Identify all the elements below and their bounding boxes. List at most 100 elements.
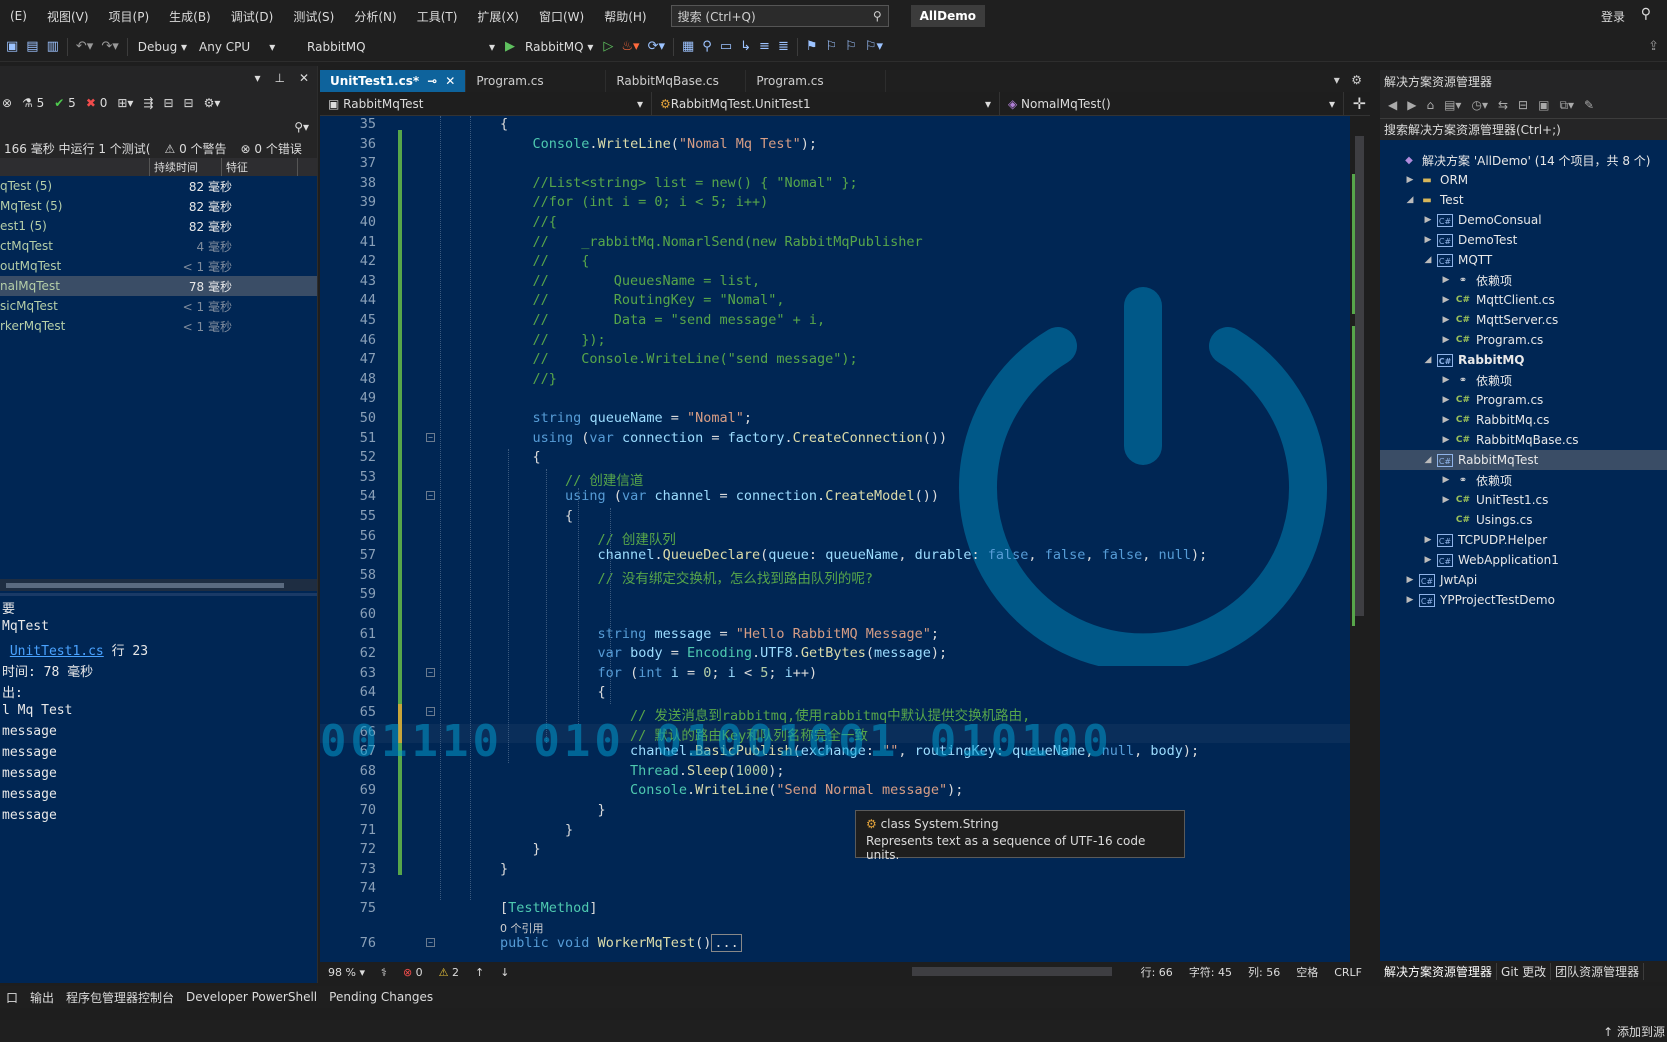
code-line[interactable]: 74	[320, 880, 1350, 900]
menu-item-help[interactable]: 帮助(H)	[594, 8, 656, 25]
solution-tree-node[interactable]: ▶ C# MqttServer.cs	[1380, 310, 1667, 330]
expand-arrow-icon[interactable]: ▶	[1440, 275, 1452, 285]
collapse-icon[interactable]: ⊟	[184, 96, 194, 110]
tab-window[interactable]: 口	[0, 989, 24, 1006]
tab-git-changes[interactable]: Git 更改	[1497, 963, 1552, 980]
menu-item-debug[interactable]: 调试(D)	[221, 8, 284, 25]
expand-arrow-icon[interactable]: ▶	[1422, 535, 1434, 545]
login-link[interactable]: 登录	[1601, 8, 1625, 25]
expand-arrow-icon[interactable]: ▶	[1404, 575, 1416, 585]
code-line[interactable]: 55 {	[320, 508, 1350, 528]
warning-count[interactable]: ⚠ 2	[431, 966, 467, 979]
tab-package-manager-console[interactable]: 程序包管理器控制台	[60, 989, 180, 1006]
expanded-arrow-icon[interactable]: ◢	[1422, 355, 1434, 365]
layout-icon[interactable]: ▭	[716, 39, 736, 54]
playlist-icon[interactable]: ⇶	[143, 96, 153, 110]
run-target-button[interactable]: RabbitMQ ▾	[519, 37, 599, 57]
code-line[interactable]: 67 channel.BasicPublish(exchange: "", ro…	[320, 743, 1350, 763]
expand-arrow-icon[interactable]: ▶	[1440, 415, 1452, 425]
fold-toggle-icon[interactable]: −	[426, 491, 435, 501]
code-line[interactable]: 48 //}	[320, 371, 1350, 391]
tab-solution-explorer[interactable]: 解决方案资源管理器	[1380, 963, 1498, 980]
filter-icon[interactable]: ⧉▾	[1559, 98, 1574, 113]
code-line[interactable]: 58 // 没有绑定交换机，怎么找到路由队列的呢?	[320, 567, 1350, 587]
expand-arrow-icon[interactable]: ▶	[1440, 295, 1452, 305]
expand-arrow-icon[interactable]: ▶	[1404, 175, 1416, 185]
tab-output[interactable]: 输出	[24, 989, 60, 1006]
code-line[interactable]: 40 //{	[320, 214, 1350, 234]
failed-tests-filter[interactable]: ✖ 0	[86, 96, 108, 110]
fold-toggle-icon[interactable]: −	[426, 667, 435, 677]
hot-reload-icon[interactable]: ♨▾	[617, 39, 643, 54]
solution-tree-node[interactable]: ▶ ⚭ 依赖项	[1380, 370, 1667, 390]
solution-tree-node[interactable]: ◢ ▬ Test	[1380, 190, 1667, 210]
find-icon[interactable]: ⚲	[698, 39, 716, 54]
close-icon[interactable]: ✕	[299, 71, 309, 85]
menu-item-build[interactable]: 生成(B)	[159, 8, 221, 25]
back-icon[interactable]: ◀	[1388, 98, 1397, 112]
test-row[interactable]: MqTest (5) 82 毫秒	[0, 196, 317, 216]
code-line[interactable]: 51 − using (var connection = factory.Crea…	[320, 430, 1350, 450]
codelens-references[interactable]: 0 个引用	[500, 920, 544, 936]
settings-icon[interactable]: ⚙▾	[204, 96, 221, 110]
solution-tree-node[interactable]: ▶ C# DemoTest	[1380, 230, 1667, 250]
menu-item-project[interactable]: 项目(P)	[99, 8, 160, 25]
solution-tree-node[interactable]: ▶ C# WebApplication1	[1380, 550, 1667, 570]
total-tests-filter[interactable]: ⚗ 5	[22, 96, 44, 110]
vertical-scrollbar[interactable]	[1350, 116, 1370, 962]
menu-item-window[interactable]: 窗口(W)	[529, 8, 594, 25]
code-line[interactable]: 62 var body = Encoding.UTF8.GetBytes(mes…	[320, 645, 1350, 665]
code-line[interactable]: 73}	[320, 861, 1350, 881]
code-line[interactable]: 41 // _rabbitMq.NomarlSend(new RabbitMqP…	[320, 234, 1350, 254]
fold-toggle-icon[interactable]: −	[426, 432, 435, 442]
code-line[interactable]: 66 // 默认的路由Key和队列名称完全一致	[320, 723, 1350, 744]
code-line[interactable]: 65 − // 发送消息到rabbitmq,使用rabbitmq中默认提供交换机路…	[320, 704, 1350, 724]
column-header-traits[interactable]: 特征	[222, 158, 298, 176]
code-line[interactable]: 39 //for (int i = 0; i < 5; i++)	[320, 194, 1350, 214]
save-all-icon[interactable]: ▥	[43, 39, 63, 54]
code-line[interactable]: 54 − using (var channel = connection.Crea…	[320, 488, 1350, 508]
tab-rabbitmqbase[interactable]: RabbitMqBase.cs	[606, 70, 747, 92]
solution-tree-node[interactable]: ◢ C# RabbitMQ	[1380, 350, 1667, 370]
test-row[interactable]: est1 (5) 82 毫秒	[0, 216, 317, 236]
code-line[interactable]: 53 // 创建信道	[320, 469, 1350, 489]
code-line[interactable]: 60	[320, 606, 1350, 626]
feedback-icon[interactable]: ⚲	[1641, 6, 1651, 22]
start-without-debug-icon[interactable]: ▷	[599, 39, 617, 54]
close-icon[interactable]: ✕	[445, 74, 455, 88]
menu-item-extensions[interactable]: 扩展(X)	[467, 8, 529, 25]
step-over-icon[interactable]: ↳	[736, 39, 755, 54]
code-line[interactable]: 61 string message = "Hello RabbitMQ Mess…	[320, 626, 1350, 646]
code-line[interactable]: 46 // });	[320, 332, 1350, 352]
prev-issue-icon[interactable]: ↑	[467, 966, 492, 979]
solution-config-icon[interactable]: ▦	[678, 39, 698, 54]
expand-arrow-icon[interactable]: ▶	[1440, 475, 1452, 485]
class-nav-dropdown[interactable]: ⚙RabbitMqTest.UnitTest1 ▾	[652, 92, 1000, 115]
code-line[interactable]: 47 // Console.WriteLine("send message");	[320, 351, 1350, 371]
editor-horizontal-scrollbar[interactable]	[912, 967, 1112, 976]
gear-icon[interactable]: ⚙	[1351, 73, 1362, 87]
global-search-box[interactable]: 搜索 (Ctrl+Q) ⚲	[670, 5, 889, 27]
test-row[interactable]: qTest (5) 82 毫秒	[0, 176, 317, 196]
panel-divider[interactable]	[0, 593, 317, 596]
source-file-link[interactable]: UnitTest1.cs	[10, 644, 104, 659]
expanded-arrow-icon[interactable]: ◢	[1404, 195, 1416, 205]
expand-arrow-icon[interactable]: ▶	[1440, 495, 1452, 505]
tab-pending-changes[interactable]: Pending Changes	[323, 990, 439, 1004]
horizontal-scrollbar[interactable]	[0, 579, 317, 591]
code-line[interactable]: 70 }	[320, 802, 1350, 822]
bookmark-prev-icon[interactable]: ⚐	[822, 39, 842, 54]
code-line[interactable]: 0 个引用	[320, 920, 1350, 936]
test-row[interactable]: ctMqTest 4 毫秒	[0, 236, 317, 256]
redo-icon[interactable]: ↷▾	[97, 39, 122, 54]
error-count[interactable]: ⊗ 0	[395, 966, 431, 979]
code-line[interactable]: 52 {	[320, 449, 1350, 469]
code-line[interactable]: 71 }	[320, 822, 1350, 842]
code-line[interactable]: 69 Console.WriteLine("Send Normal messag…	[320, 782, 1350, 802]
solution-tree-node[interactable]: ▶ C# UnitTest1.cs	[1380, 490, 1667, 510]
project-nav-dropdown[interactable]: ▣ RabbitMqTest ▾	[320, 92, 652, 115]
test-row[interactable]: nalMqTest 78 毫秒	[0, 276, 317, 296]
expand-arrow-icon[interactable]: ▶	[1440, 395, 1452, 405]
code-line[interactable]: 43 // QueuesName = list,	[320, 273, 1350, 293]
panel-menu-icon[interactable]: ▾	[254, 71, 260, 85]
